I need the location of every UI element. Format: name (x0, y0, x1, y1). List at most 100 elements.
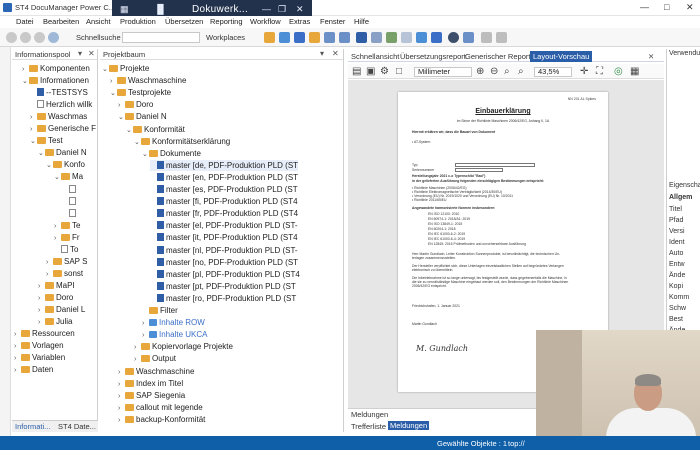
expand-arrow-icon[interactable]: ⌄ (30, 136, 37, 147)
tree-node[interactable]: › Inhalte UKCA (142, 329, 207, 340)
property-row[interactable]: Allgem (669, 194, 692, 201)
property-row[interactable]: Auto (669, 250, 683, 257)
expand-arrow-icon[interactable]: › (134, 342, 141, 353)
close-icon[interactable]: ✕ (686, 2, 694, 13)
refresh-icon[interactable] (34, 32, 45, 43)
menu-uebersetzen[interactable]: Übersetzen (165, 17, 203, 26)
pane-close-icon[interactable]: ✕ (88, 49, 95, 58)
expand-arrow-icon[interactable]: › (142, 330, 149, 341)
copy-icon[interactable] (401, 32, 412, 43)
fullscreen-icon[interactable]: ⛶ (596, 66, 603, 77)
close-share-icon[interactable]: ✕ (296, 4, 304, 15)
translate-icon[interactable] (416, 32, 427, 43)
expand-arrow-icon[interactable]: › (118, 403, 125, 414)
tab-generic-report[interactable]: Generischer Report (465, 52, 530, 61)
expand-arrow-icon[interactable]: › (54, 233, 61, 244)
tree-node[interactable]: master [pl, PDF-Produktion PLD (ST4 (150, 269, 300, 280)
tree-node[interactable]: ⌄ Daniel N (118, 111, 167, 122)
menu-hilfe[interactable]: Hilfe (354, 17, 369, 26)
property-row[interactable]: Ident (669, 239, 685, 246)
undo-icon[interactable] (481, 32, 492, 43)
tree-node[interactable]: › SAP Siegenia (118, 390, 185, 401)
tree-node[interactable]: › Index im Titel (118, 378, 183, 389)
menu-datei[interactable]: Datei (16, 17, 34, 26)
tabs-close-icon[interactable]: ✕ (648, 52, 654, 61)
property-row[interactable]: Kopi (669, 283, 683, 290)
tree-node[interactable]: ⌄ Projekte (102, 63, 149, 74)
tree-node[interactable]: ⌄ Konformitätserklärung (134, 136, 230, 147)
tree-node[interactable]: master [it, PDF-Produktion PLD (ST4 (150, 232, 298, 243)
menu-extras[interactable]: Extras (289, 17, 310, 26)
tree-node[interactable]: › Doro (38, 292, 73, 303)
tree-node[interactable]: master [es, PDF-Produktion PLD (ST (150, 184, 298, 195)
expand-arrow-icon[interactable]: › (38, 317, 45, 328)
expand-arrow-icon[interactable]: ⌄ (38, 148, 45, 159)
tab-hit-list[interactable]: Trefferliste (351, 422, 386, 431)
unit-dropdown[interactable]: Millimeter (414, 67, 472, 77)
tree-node[interactable]: master [fr, PDF-Produktion PLD (ST4 (150, 208, 298, 219)
tree-node[interactable]: › Julia (38, 316, 72, 327)
folder-add-icon[interactable] (309, 32, 320, 43)
tree-node[interactable]: › Generische F (30, 123, 96, 134)
expand-arrow-icon[interactable]: › (134, 354, 141, 365)
zoom-icon[interactable]: ⌕ (504, 66, 510, 77)
expand-arrow-icon[interactable]: ⌄ (110, 88, 117, 99)
share-icon[interactable]: ▦ (120, 4, 129, 15)
tree-node[interactable]: › SAP S (46, 256, 87, 267)
tree-node[interactable]: master [el, PDF-Produktion PLD (ST- (150, 220, 298, 231)
menu-bearbeiten[interactable]: Bearbeiten (43, 17, 79, 26)
search-icon[interactable] (448, 32, 459, 43)
fit-width-icon[interactable]: ✛ (580, 66, 588, 77)
expand-arrow-icon[interactable]: ⌄ (142, 149, 149, 160)
expand-arrow-icon[interactable]: ⌄ (126, 125, 133, 136)
expand-arrow-icon[interactable]: › (118, 415, 125, 426)
tree-node[interactable]: ⌄ Informationen (22, 75, 89, 86)
doc-icon[interactable] (356, 32, 367, 43)
expand-arrow-icon[interactable]: › (30, 124, 37, 135)
structure-icon[interactable] (294, 32, 305, 43)
tree-node[interactable]: › Komponenten (22, 63, 90, 74)
property-row[interactable]: Schw (669, 305, 686, 312)
tree-node[interactable]: › Fr (54, 232, 80, 243)
property-row[interactable]: Titel (669, 206, 682, 213)
expand-arrow-icon[interactable]: ⌄ (22, 76, 29, 87)
restore-share-icon[interactable]: ❐ (278, 4, 286, 15)
menu-workflow[interactable]: Workflow (250, 17, 281, 26)
expand-arrow-icon[interactable]: › (54, 221, 61, 232)
tree-node[interactable]: To (54, 244, 78, 255)
tree-node[interactable]: ⌄ Daniel N (38, 147, 87, 158)
tree-node[interactable]: › Output (134, 353, 176, 364)
maximize-icon[interactable]: □ (664, 2, 669, 12)
tab-layout-preview[interactable]: Layout-Vorschau (530, 51, 593, 62)
expand-arrow-icon[interactable]: › (142, 318, 149, 329)
quick-search-input[interactable] (122, 32, 200, 43)
tree-node[interactable]: › Kopiervorlage Projekte (134, 341, 233, 352)
tree-node[interactable]: ⌄ Ma (54, 171, 83, 182)
expand-arrow-icon[interactable]: › (118, 379, 125, 390)
print-icon[interactable]: ▤ (352, 66, 361, 77)
property-row[interactable]: Pfad (669, 217, 683, 224)
panel-icon[interactable] (463, 32, 474, 43)
signal-icon[interactable]: ▐▌ (154, 4, 167, 14)
tree-node[interactable]: › Ressourcen (14, 328, 75, 339)
menu-produktion[interactable]: Produktion (120, 17, 156, 26)
tree-node[interactable]: › MaPI (38, 280, 75, 291)
tree-node[interactable]: Filter (142, 305, 178, 316)
expand-arrow-icon[interactable]: › (110, 76, 117, 87)
ok-icon[interactable]: ◎ (614, 66, 623, 77)
tree-node[interactable]: › Waschmas (30, 111, 87, 122)
grid-icon[interactable] (339, 32, 350, 43)
tree-node[interactable]: › Inhalte ROW (142, 317, 205, 328)
tree-node[interactable]: › Daniel L (38, 304, 85, 315)
tree-node[interactable] (62, 184, 78, 195)
tree-node[interactable]: master [de, PDF-Produktion PLD (ST (150, 159, 299, 171)
pane-close-icon[interactable]: ✕ (332, 49, 339, 58)
tree-node[interactable]: › Doro (118, 99, 153, 110)
property-row[interactable]: Eigenscha (669, 182, 700, 189)
property-row[interactable]: Ände (669, 272, 685, 279)
tree-node[interactable]: Herzlich willk (30, 99, 92, 110)
minimize-icon[interactable]: — (640, 2, 649, 12)
settings-icon[interactable]: ⚙ (380, 66, 389, 77)
tab-st4-data[interactable]: ST4 Date... (58, 422, 96, 431)
table-icon[interactable] (431, 32, 442, 43)
